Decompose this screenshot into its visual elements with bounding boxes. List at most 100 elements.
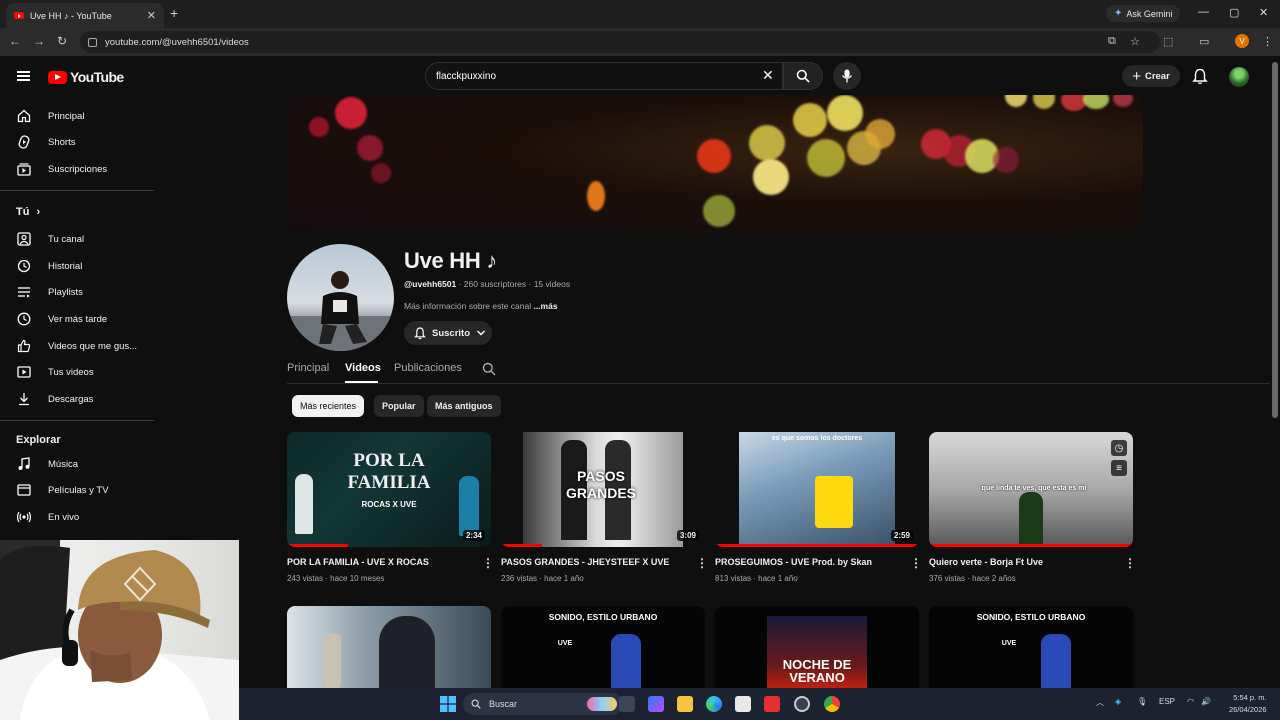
search-button[interactable]: [783, 62, 823, 90]
video-title[interactable]: Quiero verte - Borja Ft Uve: [929, 557, 1119, 567]
scrollbar-thumb[interactable]: [1272, 62, 1278, 418]
tray-mic-icon[interactable]: 🎙: [1137, 697, 1147, 706]
reload-icon[interactable]: ↻: [57, 34, 67, 48]
sidebar-item-en-vivo[interactable]: En vivo: [0, 504, 150, 530]
wifi-icon[interactable]: ◠: [1187, 697, 1194, 706]
chrome-icon[interactable]: [824, 696, 840, 712]
sidebar-item-peliculas[interactable]: Películas y TV: [0, 477, 150, 503]
sidebar-item-tus-videos[interactable]: Tus videos: [0, 359, 150, 385]
video-thumbnail[interactable]: POR LA FAMILIA ROCAS X UVE 2:34: [287, 432, 491, 547]
sidebar-item-label: En vivo: [48, 511, 80, 523]
more-actions-icon[interactable]: ⋮: [910, 556, 922, 570]
browser-menu-icon[interactable]: ⋮: [1262, 35, 1273, 48]
edge-icon[interactable]: [706, 696, 722, 712]
chip-mas-antiguos[interactable]: Más antiguos: [427, 395, 501, 417]
sidebar-item-musica[interactable]: Música: [0, 451, 150, 477]
watch-later-icon[interactable]: ◷: [1111, 440, 1127, 456]
tab-videos[interactable]: Videos: [345, 362, 381, 374]
app-circle-icon[interactable]: [794, 696, 810, 712]
sidebar-item-tu-canal[interactable]: Tu canal: [0, 226, 150, 252]
search-input[interactable]: flacckpuxxino: [425, 62, 783, 90]
more-link[interactable]: ...más: [533, 301, 557, 311]
more-actions-icon[interactable]: ⋮: [696, 556, 708, 570]
browser-tab[interactable]: Uve HH ♪ - YouTube ✕: [6, 3, 164, 28]
video-thumbnail[interactable]: SONIDO, ESTILO URBANO UVE: [501, 606, 705, 688]
file-explorer-icon[interactable]: [677, 696, 693, 712]
video-title[interactable]: PROSEGUIMOS - UVE Prod. by Skan: [715, 557, 905, 567]
video-thumbnail[interactable]: NOCHE DE VERANO: [715, 606, 919, 688]
bookmark-star-icon[interactable]: ☆: [1130, 35, 1140, 48]
install-app-icon[interactable]: ⧉: [1108, 35, 1116, 48]
youtube-logo[interactable]: YouTube: [48, 69, 124, 85]
back-icon[interactable]: ←: [9, 34, 21, 48]
sidebar-item-liked-videos[interactable]: Videos que me gus...: [0, 333, 150, 359]
task-view-icon[interactable]: [619, 696, 635, 712]
side-panel-icon[interactable]: ▭: [1199, 35, 1209, 48]
window-close-button[interactable]: ✕: [1259, 6, 1268, 19]
subscribed-button[interactable]: Suscrito: [404, 321, 492, 345]
tabs-divider: [287, 383, 1270, 384]
history-icon: [17, 259, 31, 273]
language-indicator[interactable]: ESP: [1159, 697, 1175, 706]
clear-search-icon[interactable]: ✕: [762, 67, 774, 84]
add-to-queue-icon[interactable]: ≡: [1111, 460, 1127, 476]
ask-gemini-button[interactable]: ✦ Ask Gemini: [1106, 5, 1181, 22]
sidebar-item-playlists[interactable]: Playlists: [0, 279, 150, 305]
sidebar-item-descargas[interactable]: Descargas: [0, 386, 150, 412]
sidebar-item-shorts[interactable]: Shorts: [0, 129, 150, 155]
menu-icon[interactable]: [17, 71, 30, 81]
channel-search-icon[interactable]: [482, 362, 496, 376]
search-icon: [796, 69, 810, 83]
url-input[interactable]: youtube.com/@uvehh6501/videos: [80, 31, 1160, 53]
sidebar-item-suscripciones[interactable]: Suscripciones: [0, 156, 150, 182]
tab-close-icon[interactable]: ✕: [147, 9, 156, 22]
thumbnail-figure: [611, 634, 641, 688]
taskbar-search-input[interactable]: Buscar: [463, 693, 623, 715]
video-thumbnail[interactable]: PASOS GRANDES 3:09: [501, 432, 705, 547]
site-info-icon[interactable]: [88, 37, 97, 47]
voice-search-button[interactable]: [833, 62, 861, 90]
your-videos-icon: [17, 365, 31, 379]
account-avatar[interactable]: [1229, 67, 1249, 87]
extensions-icon[interactable]: ⬚: [1163, 35, 1173, 48]
more-actions-icon[interactable]: ⋮: [1124, 556, 1136, 570]
tab-publicaciones[interactable]: Publicaciones: [394, 362, 462, 374]
minimize-button[interactable]: —: [1198, 6, 1209, 18]
chip-mas-recientes[interactable]: Más recientes: [292, 395, 365, 417]
tab-principal[interactable]: Principal: [287, 362, 329, 374]
video-title[interactable]: PASOS GRANDES - JHEYSTEEF X UVE: [501, 557, 691, 567]
video-thumbnail[interactable]: es que somos los doctores 2:59: [715, 432, 919, 547]
search-highlight-icon: [587, 697, 617, 711]
copilot-icon[interactable]: [648, 696, 664, 712]
channel-avatar[interactable]: [287, 244, 394, 351]
show-hidden-icons[interactable]: ︿: [1096, 697, 1104, 708]
video-thumbnail[interactable]: [287, 606, 491, 688]
thumbnail-text: que linda te ves, que esta es mi: [981, 485, 1087, 492]
create-button[interactable]: + Crear: [1122, 65, 1180, 87]
taskbar-clock[interactable]: 5:54 p. m. 26/04/2026: [1229, 692, 1267, 716]
video-thumbnail[interactable]: SONIDO, ESTILO URBANO UVE: [929, 606, 1133, 688]
sidebar-item-principal[interactable]: Principal: [0, 103, 150, 129]
windows-start-icon[interactable]: [440, 696, 456, 712]
you-section-heading[interactable]: Tú ›: [16, 206, 40, 218]
chip-popular[interactable]: Popular: [374, 395, 424, 417]
video-thumbnail[interactable]: que linda te ves, que esta es mi ◷ ≡: [929, 432, 1133, 547]
tray-app-icon[interactable]: ◈: [1115, 697, 1121, 706]
more-actions-icon[interactable]: ⋮: [482, 556, 494, 570]
sidebar-item-ver-mas-tarde[interactable]: Ver más tarde: [0, 306, 150, 332]
sidebar-item-label: Descargas: [48, 393, 94, 405]
sidebar-item-label: Historial: [48, 260, 83, 272]
sidebar-item-historial[interactable]: Historial: [0, 253, 150, 279]
store-icon[interactable]: [735, 696, 751, 712]
browser-profile-avatar[interactable]: V: [1235, 34, 1249, 48]
new-tab-button[interactable]: +: [170, 5, 178, 21]
maximize-button[interactable]: ▢: [1229, 6, 1239, 19]
channel-description[interactable]: Más información sobre este canal ...más: [404, 301, 558, 311]
bart-simpson-figure: [815, 476, 853, 528]
sidebar-item-label: Videos que me gus...: [48, 340, 138, 352]
notifications-bell-icon[interactable]: [1192, 68, 1208, 85]
volume-icon[interactable]: 🔊: [1201, 697, 1211, 706]
app-red-icon[interactable]: [764, 696, 780, 712]
video-title[interactable]: POR LA FAMILIA - UVE X ROCAS: [287, 557, 477, 567]
forward-icon[interactable]: →: [33, 34, 45, 48]
